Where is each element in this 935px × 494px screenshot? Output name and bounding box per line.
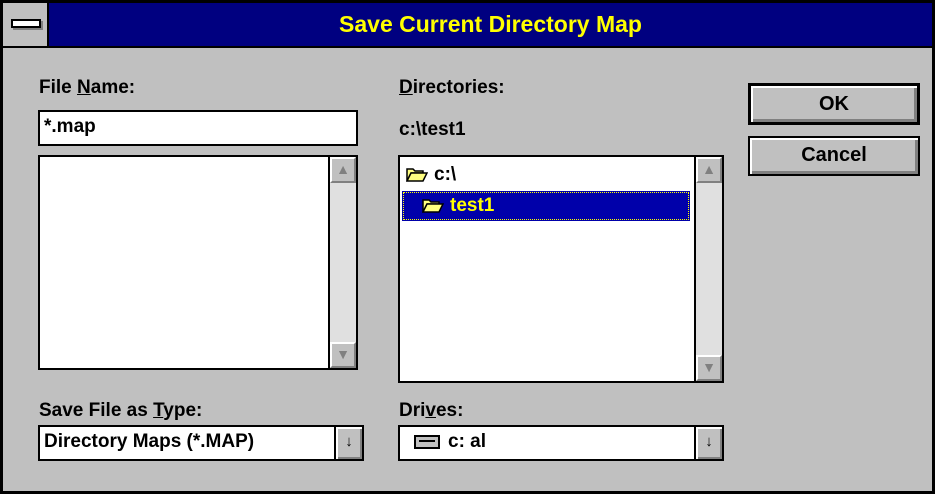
current-path: c:\test1 [399, 119, 466, 140]
dropdown-arrow-icon[interactable]: ↓ [334, 427, 362, 459]
save-directory-map-dialog: Save Current Directory Map File Name: *.… [0, 0, 935, 494]
directory-item-label: test1 [450, 195, 495, 216]
scroll-down-arrow-icon[interactable]: ▼ [330, 342, 356, 368]
hard-drive-icon [414, 434, 440, 449]
directory-item-root[interactable]: c:\ [406, 160, 456, 190]
drives-label: Drives: [399, 400, 464, 421]
save-type-value: Directory Maps (*.MAP) [44, 431, 255, 452]
system-menu-icon [11, 19, 41, 28]
open-folder-icon [422, 199, 444, 213]
file-name-label: File Name: [39, 77, 136, 98]
save-type-select[interactable]: Directory Maps (*.MAP) ↓ [38, 425, 364, 461]
dropdown-arrow-icon[interactable]: ↓ [694, 427, 722, 459]
file-list-scrollbar[interactable]: ▲ ▼ [328, 157, 356, 368]
directory-item-test1[interactable]: test1 [402, 191, 690, 221]
drives-select[interactable]: c: al ↓ [398, 425, 724, 461]
system-menu-button[interactable] [3, 3, 49, 46]
directory-list[interactable]: c:\ test1 ▲ ▼ [398, 155, 724, 383]
scroll-up-arrow-icon[interactable]: ▲ [330, 157, 356, 183]
title-bar[interactable]: Save Current Directory Map [3, 3, 932, 48]
cancel-button[interactable]: Cancel [748, 136, 920, 176]
scroll-up-arrow-icon[interactable]: ▲ [696, 157, 722, 183]
drive-value: c: al [448, 431, 487, 452]
directory-list-scrollbar[interactable]: ▲ ▼ [694, 157, 722, 381]
file-name-input[interactable]: *.map [38, 110, 358, 146]
directories-label: Directories: [399, 77, 505, 98]
save-type-label: Save File as Type: [39, 400, 203, 421]
ok-button[interactable]: OK [748, 83, 920, 125]
file-list[interactable]: ▲ ▼ [38, 155, 358, 370]
directory-item-label: c:\ [434, 164, 457, 185]
open-folder-icon [406, 168, 428, 182]
dialog-title: Save Current Directory Map [339, 11, 642, 37]
scroll-down-arrow-icon[interactable]: ▼ [696, 355, 722, 381]
